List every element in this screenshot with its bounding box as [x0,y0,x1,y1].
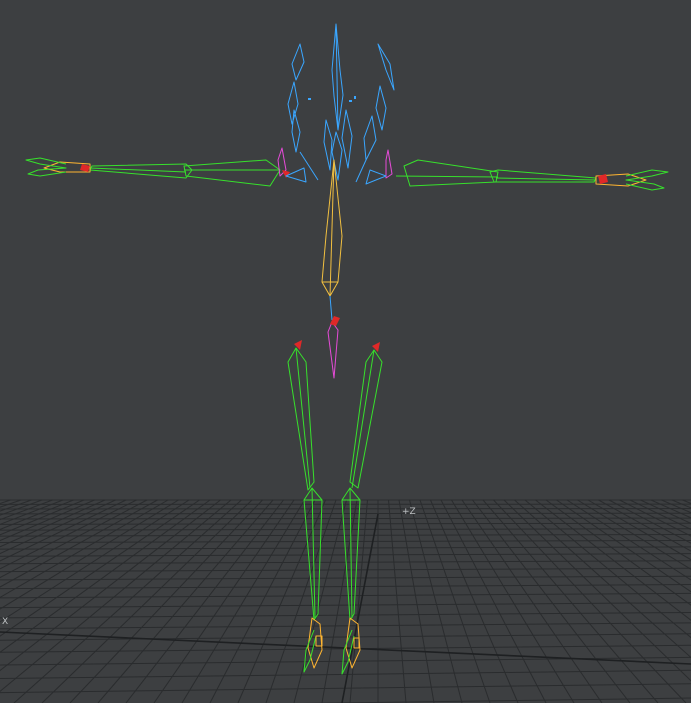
grid-line-horizontal [0,533,691,537]
face-bone-right-3[interactable] [363,115,377,161]
grid-line-horizontal [0,592,691,599]
grid-line-horizontal [0,584,691,590]
left-leg-bones[interactable] [287,340,323,673]
face-bone-right-2[interactable] [375,85,387,131]
ground-grid [0,499,691,703]
grid-line-horizontal [0,560,691,565]
grid-line-depth [514,499,691,659]
grid-line-horizontal [298,697,691,703]
right-leg-bones[interactable] [341,342,383,675]
face-bone-right-4[interactable] [341,109,353,169]
viewport-scene[interactable]: +Z X [0,0,691,703]
right-forearm-axis [495,177,597,181]
eye-marker-right [349,100,352,102]
pelvis-link [329,295,333,321]
right-upper-arm-bone[interactable] [403,159,499,187]
grid-line-depth [97,499,274,703]
face-bone-left-1[interactable] [291,43,305,81]
face-bone-right-5 [355,159,367,183]
left-thigh-axis [295,347,311,489]
face-bone-left-3[interactable] [291,109,301,153]
face-bone-left-5 [299,151,319,181]
grid-line-depth [556,499,691,593]
grid-line-depth [293,499,347,703]
grid-line-horizontal [0,517,691,520]
grid-line-horizontal [0,669,691,679]
left-thigh-bone[interactable] [287,347,315,491]
grid-line-depth [419,499,491,703]
grid-line-horizontal [0,611,691,619]
left-shoulder-link [285,167,307,183]
grid-line-depth [608,499,691,544]
face-bone-right-1[interactable] [377,43,395,91]
root-bones[interactable] [327,295,340,379]
grid-line-depth [398,499,435,703]
grid-line-depth [587,499,691,561]
left-arm-bones[interactable] [25,157,281,187]
grid-line-depth [388,499,407,703]
grid-line-depth [409,499,463,703]
grid-line-depth [41,499,253,703]
eye-marker-right-2 [354,96,356,99]
right-upper-arm-axis [395,175,499,178]
head-bones[interactable] [287,23,395,183]
right-clavicle-bone[interactable] [385,149,393,179]
grid-line-horizontal [0,540,691,543]
right-arm-bones[interactable] [395,159,669,191]
grid-line-depth [69,499,263,703]
grid-line-depth [598,499,691,552]
left-shin-bone[interactable] [303,487,323,621]
grid-line-depth [577,499,691,570]
eye-marker-left [308,98,311,100]
z-axis-label: +Z [402,507,416,517]
grid-line-depth [153,499,295,703]
right-shoulder-link [365,169,387,185]
grid-line-depth [125,499,284,703]
root-bone[interactable] [327,321,339,379]
x-axis-label: X [2,617,8,627]
face-bone-left-4[interactable] [323,119,333,171]
right-fingers[interactable] [625,169,669,191]
left-forearm-bone[interactable] [89,163,193,179]
grid-line-depth [181,499,305,703]
grid-line-depth [209,499,316,703]
spine-bones[interactable] [321,159,343,297]
grid-line-horizontal [0,622,691,630]
grid-line-depth [619,499,691,537]
left-upper-arm-bone[interactable] [183,159,281,187]
left-wrist-marker [80,164,90,172]
3d-viewport[interactable]: +Z X [0,0,691,703]
grid-line-depth [545,499,691,606]
grid-line-depth [265,499,337,703]
right-shin-axis [349,487,353,619]
grid-line-depth [671,499,691,509]
right-forearm-bone[interactable] [489,169,597,183]
